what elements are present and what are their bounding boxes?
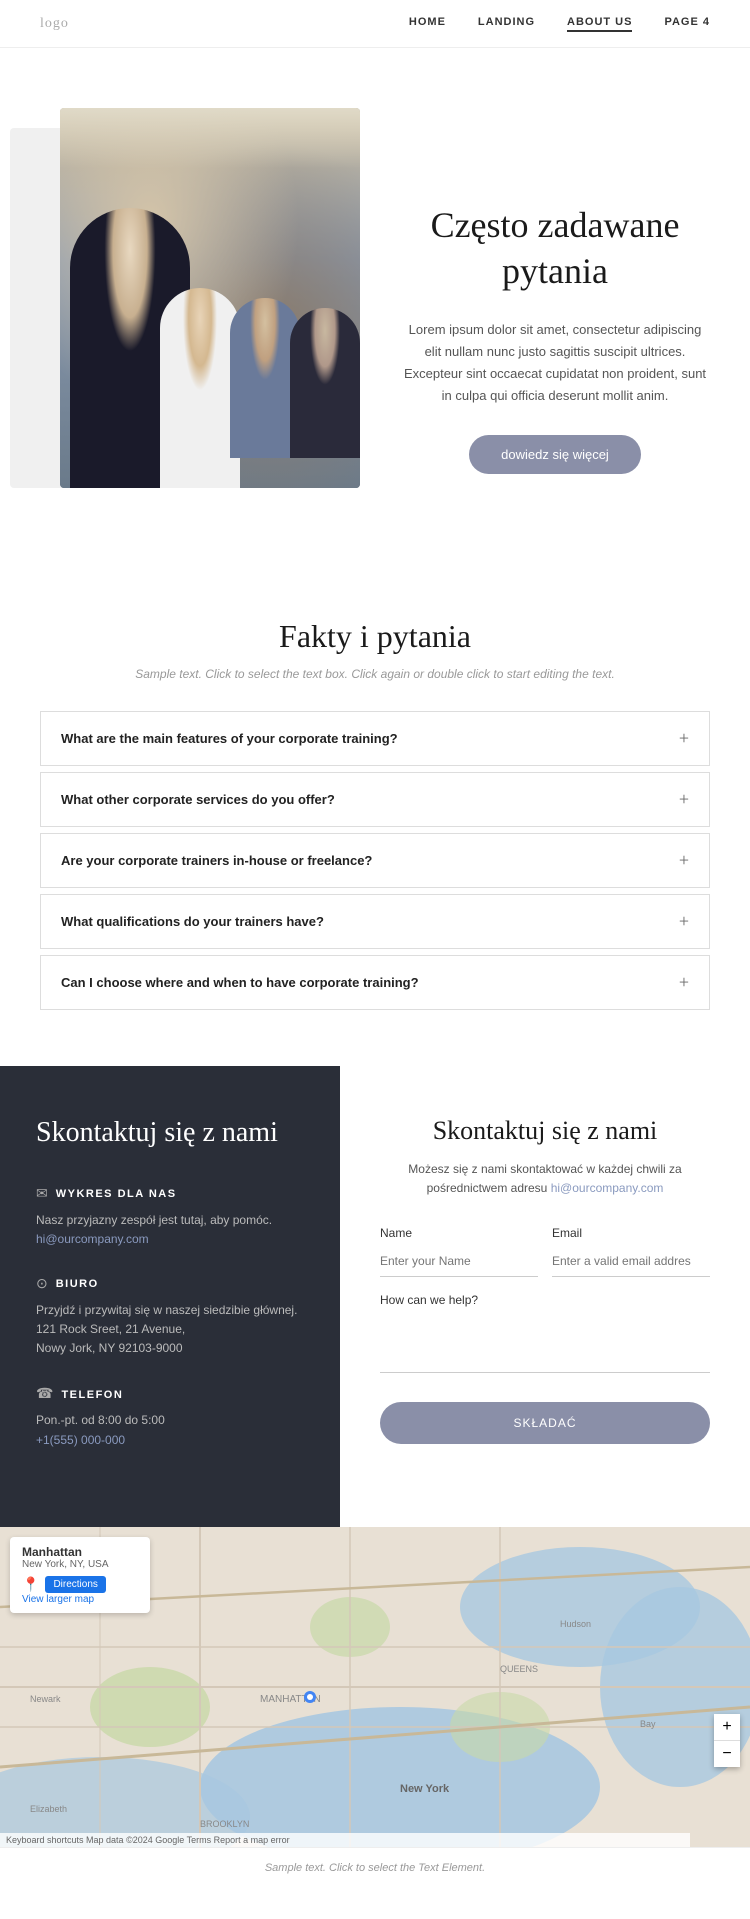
- location-icon: ⊙: [36, 1276, 48, 1293]
- nav-landing[interactable]: LANDING: [478, 16, 535, 32]
- name-label: Name: [380, 1226, 538, 1240]
- help-label: How can we help?: [380, 1293, 710, 1307]
- person-2: [160, 288, 240, 488]
- faq-item-4[interactable]: What qualifications do your trainers hav…: [40, 894, 710, 949]
- faq-item-5[interactable]: Can I choose where and when to have corp…: [40, 955, 710, 1010]
- map-pin-icon: 📍: [22, 1576, 39, 1593]
- contact-email-text: Nasz przyjazny zespół jest tutaj, aby po…: [36, 1211, 304, 1230]
- map-background: MANHATTAN New York Hudson Bay Newark Eli…: [0, 1527, 750, 1847]
- faq-question-4: What qualifications do your trainers hav…: [61, 914, 324, 929]
- faq-expand-icon-4: +: [679, 911, 689, 932]
- nav-home[interactable]: HOME: [409, 16, 446, 32]
- svg-text:New York: New York: [400, 1783, 450, 1795]
- contact-email-link[interactable]: hi@ourcompany.com: [36, 1232, 149, 1246]
- faq-section: Fakty i pytania Sample text. Click to se…: [0, 548, 750, 1066]
- contact-address2: Nowy Jork, NY 92103-9000: [36, 1339, 304, 1358]
- hero-image-container: [40, 108, 380, 488]
- contact-block-office: ⊙ BIURO Przyjdź i przywitaj się w naszej…: [36, 1276, 304, 1359]
- contact-office-text: Przyjdź i przywitaj się w naszej siedzib…: [36, 1301, 304, 1320]
- faq-item-1[interactable]: What are the main features of your corpo…: [40, 711, 710, 766]
- map-place-sub: New York, NY, USA: [22, 1559, 138, 1570]
- hero-photo: [60, 108, 360, 488]
- nav-about-us[interactable]: ABOUT US: [567, 16, 632, 32]
- contact-phone-hours: Pon.-pt. od 8:00 do 5:00: [36, 1411, 304, 1430]
- map-directions-button[interactable]: Directions: [45, 1576, 105, 1593]
- svg-text:Bay: Bay: [640, 1719, 656, 1729]
- faq-question-3: Are your corporate trainers in-house or …: [61, 853, 372, 868]
- contact-left-title: Skontaktuj się z nami: [36, 1116, 304, 1150]
- contact-right-title: Skontaktuj się z nami: [380, 1116, 710, 1146]
- form-group-name: Name: [380, 1226, 538, 1277]
- form-row-name-email: Name Email: [380, 1226, 710, 1277]
- hero-photo-inner: [60, 108, 360, 488]
- submit-button[interactable]: SKŁADAĆ: [380, 1402, 710, 1444]
- contact-right-email-link[interactable]: hi@ourcompany.com: [551, 1181, 664, 1195]
- svg-text:Hudson: Hudson: [560, 1619, 591, 1629]
- faq-expand-icon-5: +: [679, 972, 689, 993]
- contact-phone-label: TELEFON: [61, 1389, 123, 1401]
- phone-icon: ☎: [36, 1386, 53, 1403]
- hero-body: Lorem ipsum dolor sit amet, consectetur …: [400, 319, 710, 407]
- map-zoom-in-button[interactable]: +: [714, 1714, 740, 1740]
- faq-item-3[interactable]: Are your corporate trainers in-house or …: [40, 833, 710, 888]
- contact-right-body: Możesz się z nami skontaktować w każdej …: [380, 1160, 710, 1198]
- faq-expand-icon-3: +: [679, 850, 689, 871]
- hero-section: Często zadawane pytania Lorem ipsum dolo…: [0, 48, 750, 548]
- contact-office-label: BIURO: [56, 1278, 99, 1290]
- person-4: [290, 308, 360, 458]
- faq-question-2: What other corporate services do you off…: [61, 792, 335, 807]
- map-view-larger-link[interactable]: View larger map: [22, 1594, 94, 1605]
- hero-title: Często zadawane pytania: [400, 202, 710, 296]
- contact-right-panel: Skontaktuj się z nami Możesz się z nami …: [340, 1066, 750, 1527]
- contact-block-phone-header: ☎ TELEFON: [36, 1386, 304, 1403]
- form-group-email: Email: [552, 1226, 710, 1277]
- map-section: MANHATTAN New York Hudson Bay Newark Eli…: [0, 1527, 750, 1847]
- header: logo HOME LANDING ABOUT US PAGE 4: [0, 0, 750, 48]
- faq-item-2[interactable]: What other corporate services do you off…: [40, 772, 710, 827]
- svg-text:QUEENS: QUEENS: [500, 1664, 538, 1674]
- footer-bar: Sample text. Click to select the Text El…: [0, 1847, 750, 1888]
- map-directions: 📍 Directions: [22, 1576, 138, 1593]
- map-zoom-out-button[interactable]: −: [714, 1741, 740, 1767]
- contact-section: Skontaktuj się z nami ✉ WYKRES DLA NAS N…: [0, 1066, 750, 1527]
- svg-text:Elizabeth: Elizabeth: [30, 1804, 67, 1814]
- map-attribution: Keyboard shortcuts Map data ©2024 Google…: [0, 1833, 690, 1847]
- contact-left-panel: Skontaktuj się z nami ✉ WYKRES DLA NAS N…: [0, 1066, 340, 1527]
- contact-block-email: ✉ WYKRES DLA NAS Nasz przyjazny zespół j…: [36, 1186, 304, 1248]
- contact-block-office-header: ⊙ BIURO: [36, 1276, 304, 1293]
- logo: logo: [40, 16, 69, 32]
- footer-text: Sample text. Click to select the Text El…: [265, 1862, 485, 1874]
- name-input[interactable]: [380, 1246, 538, 1277]
- main-nav: HOME LANDING ABOUT US PAGE 4: [409, 16, 710, 32]
- contact-address1: 121 Rock Sreet, 21 Avenue,: [36, 1320, 304, 1339]
- contact-block-email-header: ✉ WYKRES DLA NAS: [36, 1186, 304, 1203]
- faq-expand-icon-2: +: [679, 789, 689, 810]
- faq-question-1: What are the main features of your corpo…: [61, 731, 398, 746]
- hero-button[interactable]: dowiedz się więcej: [469, 435, 641, 474]
- svg-text:BROOKLYN: BROOKLYN: [200, 1819, 249, 1829]
- contact-phone-number[interactable]: +1(555) 000-000: [36, 1433, 125, 1447]
- svg-text:Newark: Newark: [30, 1694, 61, 1704]
- faq-question-5: Can I choose where and when to have corp…: [61, 975, 419, 990]
- contact-block-phone: ☎ TELEFON Pon.-pt. od 8:00 do 5:00 +1(55…: [36, 1386, 304, 1448]
- map-label-box: Manhattan New York, NY, USA 📍 Directions…: [10, 1537, 150, 1613]
- help-textarea[interactable]: [380, 1313, 710, 1373]
- email-input[interactable]: [552, 1246, 710, 1277]
- email-label: Email: [552, 1226, 710, 1240]
- faq-subtitle: Sample text. Click to select the text bo…: [40, 667, 710, 681]
- email-icon: ✉: [36, 1186, 48, 1203]
- form-group-help: How can we help?: [380, 1293, 710, 1378]
- faq-title: Fakty i pytania: [40, 618, 710, 655]
- ceiling-light: [60, 108, 360, 168]
- map-place-name: Manhattan: [22, 1545, 138, 1559]
- nav-page4[interactable]: PAGE 4: [664, 16, 710, 32]
- faq-expand-icon-1: +: [679, 728, 689, 749]
- map-zoom-controls: + −: [714, 1714, 740, 1767]
- contact-email-label: WYKRES DLA NAS: [56, 1188, 177, 1200]
